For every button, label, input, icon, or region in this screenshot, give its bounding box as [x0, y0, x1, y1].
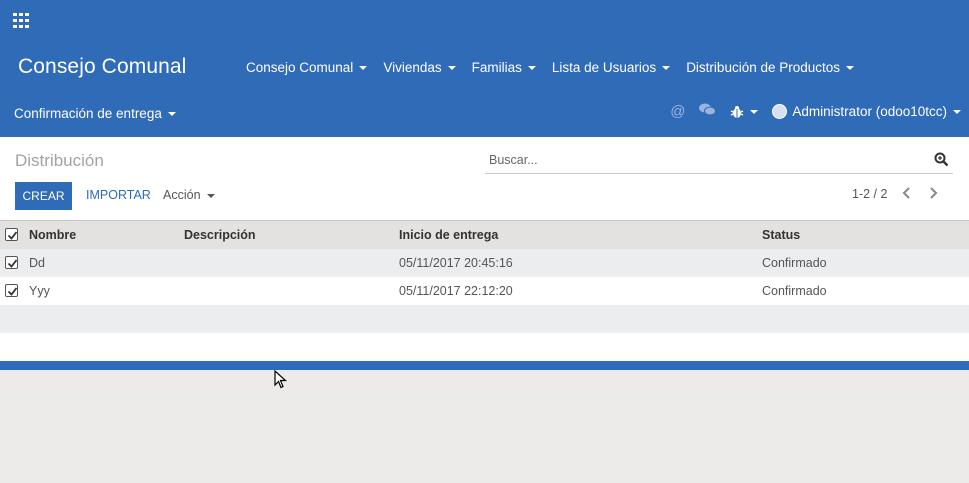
user-menu[interactable]: Administrator (odoo10tcc) [772, 104, 961, 119]
mouse-cursor-icon [274, 369, 288, 395]
apps-grid-icon[interactable] [13, 13, 30, 28]
column-header-status[interactable]: Status [762, 228, 800, 242]
caret-down-icon [359, 66, 368, 71]
menu-label: Viviendas [383, 60, 442, 75]
caret-down-icon [167, 112, 176, 117]
menu-label: Consejo Comunal [246, 60, 354, 75]
cell-status: Confirmado [762, 284, 827, 298]
menu-familias[interactable]: Familias [472, 60, 536, 75]
menu-distribucion-productos[interactable]: Distribución de Productos [686, 60, 855, 75]
table-header: Nombre Descripción Inicio de entrega Sta… [0, 220, 969, 249]
table-row[interactable]: Yyy 05/11/2017 22:12:20 Confirmado [0, 277, 969, 305]
menu-consejo-comunal[interactable]: Consejo Comunal [246, 60, 368, 75]
cell-start: 05/11/2017 22:12:20 [399, 284, 513, 298]
user-name: Administrator (odoo10tcc) [792, 104, 947, 119]
caret-down-icon [527, 66, 536, 71]
cell-start: 05/11/2017 20:45:16 [399, 256, 513, 270]
column-header-description[interactable]: Descripción [184, 228, 256, 242]
chevron-right-icon[interactable] [928, 186, 938, 205]
chat-icon[interactable] [699, 103, 717, 120]
caret-down-icon [662, 66, 671, 71]
main-menu: Consejo Comunal Viviendas Familias Lista… [246, 60, 870, 75]
avatar [772, 104, 788, 119]
menu-viviendas[interactable]: Viviendas [383, 60, 456, 75]
pager-value[interactable]: 1-2 / 2 [852, 187, 887, 201]
caret-down-icon [447, 66, 456, 71]
select-all-checkbox[interactable] [5, 228, 18, 241]
top-navbar: Consejo Comunal Consejo Comunal Vivienda… [0, 0, 969, 137]
table-row[interactable]: Dd 05/11/2017 20:45:16 Confirmado [0, 249, 969, 277]
systray: @ Administrator (odoo10tcc) [670, 103, 961, 120]
caret-down-icon [846, 66, 855, 71]
action-label: Acción [163, 188, 201, 202]
breadcrumb: Distribución [15, 151, 104, 170]
caret-down-icon [206, 193, 215, 198]
menu-label: Familias [471, 60, 522, 75]
create-button[interactable]: CREAR [15, 182, 72, 210]
menu-label: Lista de Usuarios [551, 60, 657, 75]
cell-status: Confirmado [762, 256, 827, 270]
control-panel: Distribución CREAR IMPORTAR Acción 1-2 /… [0, 137, 969, 220]
menu-label: Confirmación de entrega [14, 106, 162, 121]
app-brand-title: Consejo Comunal [18, 55, 187, 78]
caret-down-icon [953, 109, 961, 114]
import-button[interactable]: IMPORTAR [86, 188, 151, 202]
row-checkbox[interactable] [5, 284, 18, 297]
caret-down-icon [750, 109, 759, 114]
list-view: Nombre Descripción Inicio de entrega Sta… [0, 220, 969, 361]
menu-label: Distribución de Productos [686, 60, 841, 75]
empty-row [0, 333, 969, 361]
cell-name: Yyy [29, 284, 50, 298]
action-dropdown[interactable]: Acción [163, 188, 215, 202]
bottom-bar [0, 361, 969, 370]
column-header-start[interactable]: Inicio de entrega [399, 228, 498, 242]
menu-confirmacion-entrega[interactable]: Confirmación de entrega [14, 106, 176, 121]
bug-icon[interactable] [730, 105, 759, 119]
menu-lista-usuarios[interactable]: Lista de Usuarios [551, 60, 671, 75]
cell-name: Dd [29, 256, 45, 270]
empty-row [0, 305, 969, 333]
row-checkbox[interactable] [5, 256, 18, 269]
column-header-name[interactable]: Nombre [29, 228, 76, 242]
search-bar [485, 149, 953, 174]
chevron-left-icon[interactable] [902, 186, 912, 205]
search-icon[interactable] [934, 152, 949, 172]
search-input[interactable] [485, 149, 915, 171]
at-icon[interactable]: @ [670, 103, 685, 120]
